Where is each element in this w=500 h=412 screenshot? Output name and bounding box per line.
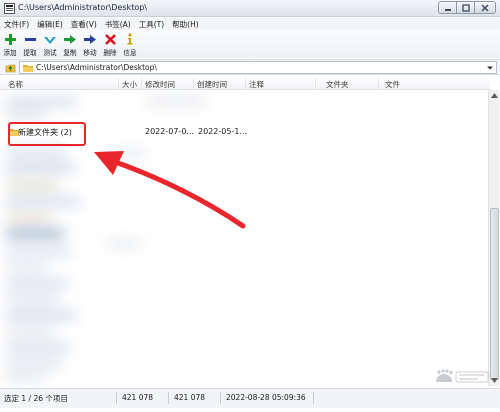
minus-icon bbox=[24, 33, 36, 45]
minimize-button[interactable] bbox=[438, 1, 456, 14]
blurred-entry bbox=[6, 182, 58, 189]
annotation-highlight-box bbox=[8, 122, 86, 146]
blurred-entry bbox=[6, 112, 46, 119]
blurred-entry bbox=[6, 98, 76, 105]
column-divider[interactable] bbox=[315, 78, 316, 89]
title-bar: C:\Users\Administrator\Desktop\ bbox=[0, 0, 500, 17]
file-created: 2022-05-1... bbox=[198, 127, 248, 136]
blurred-entry bbox=[106, 240, 142, 247]
plus-icon bbox=[4, 33, 16, 45]
delete-button[interactable]: 删除 bbox=[100, 31, 120, 58]
menu-help[interactable]: 帮助(H) bbox=[168, 19, 203, 30]
blurred-entry bbox=[6, 164, 74, 171]
baidu-logo-icon bbox=[436, 369, 489, 383]
info-button[interactable]: 信息 bbox=[120, 31, 140, 58]
file-modified: 2022-07-0... bbox=[145, 127, 195, 136]
window-controls bbox=[438, 1, 496, 15]
close-button[interactable] bbox=[474, 1, 496, 14]
column-folders[interactable]: 文件夹 bbox=[326, 79, 349, 90]
blurred-entry bbox=[6, 148, 66, 155]
chevron-down-icon[interactable] bbox=[486, 64, 494, 72]
blurred-entry bbox=[6, 214, 52, 221]
menu-tools[interactable]: 工具(T) bbox=[135, 19, 168, 30]
blurred-entry bbox=[6, 248, 72, 255]
minimize-icon bbox=[444, 8, 451, 11]
info-icon bbox=[124, 33, 136, 45]
blurred-entry bbox=[6, 230, 64, 237]
delete-label: 删除 bbox=[103, 49, 117, 57]
status-divider bbox=[313, 392, 314, 404]
info-label: 信息 bbox=[123, 49, 137, 57]
extract-label: 提取 bbox=[23, 49, 37, 57]
menu-edit[interactable]: 编辑(E) bbox=[33, 19, 67, 30]
column-comment[interactable]: 注释 bbox=[249, 79, 264, 90]
scrollbar-thumb[interactable] bbox=[490, 208, 499, 380]
add-button[interactable]: 添加 bbox=[0, 31, 20, 58]
menu-view[interactable]: 查看(V) bbox=[67, 19, 101, 30]
watermark bbox=[434, 369, 492, 385]
blurred-entry bbox=[6, 374, 46, 381]
column-name[interactable]: 名称 bbox=[8, 79, 23, 90]
delete-x-icon bbox=[104, 33, 116, 45]
scroll-up-icon[interactable] bbox=[490, 91, 499, 100]
column-divider[interactable] bbox=[378, 78, 379, 89]
window-title: C:\Users\Administrator\Desktop\ bbox=[18, 3, 147, 12]
up-folder-icon[interactable] bbox=[5, 62, 16, 73]
status-selection: 选定 1 / 26 个项目 bbox=[4, 394, 68, 403]
blurred-entry bbox=[6, 296, 60, 303]
maximize-icon bbox=[461, 3, 470, 12]
address-field[interactable]: C:\Users\Administrator\Desktop\ bbox=[19, 61, 497, 74]
copy-button[interactable]: 复制 bbox=[60, 31, 80, 58]
move-button[interactable]: 移动 bbox=[80, 31, 100, 58]
extract-button[interactable]: 提取 bbox=[20, 31, 40, 58]
blurred-entry bbox=[6, 344, 70, 351]
address-bar: C:\Users\Administrator\Desktop\ bbox=[0, 59, 500, 75]
status-packed-size: 421 078 bbox=[174, 393, 206, 402]
column-divider[interactable] bbox=[193, 78, 194, 89]
status-divider bbox=[168, 392, 169, 404]
blurred-entry bbox=[6, 328, 54, 335]
test-button[interactable]: 测试 bbox=[40, 31, 60, 58]
add-label: 添加 bbox=[3, 49, 17, 57]
column-size[interactable]: 大小 bbox=[122, 79, 137, 90]
blurred-entry bbox=[6, 312, 76, 319]
column-created[interactable]: 创建时间 bbox=[197, 79, 227, 90]
move-label: 移动 bbox=[83, 49, 97, 57]
status-divider bbox=[116, 392, 117, 404]
toolbar: 添加 提取 测试 复制 移动 删除 信息 bbox=[0, 31, 500, 58]
app-icon bbox=[4, 3, 15, 14]
column-divider[interactable] bbox=[118, 78, 119, 89]
address-path: C:\Users\Administrator\Desktop\ bbox=[36, 63, 157, 72]
blurred-entry bbox=[6, 198, 80, 205]
status-bar: 选定 1 / 26 个项目 421 078 421 078 2022-08-28… bbox=[0, 388, 500, 408]
status-size: 421 078 bbox=[122, 393, 154, 402]
close-icon bbox=[481, 3, 489, 12]
column-modified[interactable]: 修改时间 bbox=[145, 79, 175, 90]
blurred-entry bbox=[116, 150, 146, 157]
blurred-entry bbox=[6, 360, 62, 367]
column-divider[interactable] bbox=[245, 78, 246, 89]
test-label: 测试 bbox=[43, 49, 57, 57]
blurred-entry bbox=[6, 280, 68, 287]
copy-label: 复制 bbox=[63, 49, 77, 57]
column-header: 名称 大小 修改时间 创建时间 注释 文件夹 文件 bbox=[0, 77, 490, 90]
menu-file[interactable]: 文件(F) bbox=[0, 19, 33, 30]
vertical-scrollbar[interactable] bbox=[488, 90, 499, 386]
column-divider[interactable] bbox=[141, 78, 142, 89]
blurred-entry bbox=[6, 264, 48, 271]
copy-arrow-icon bbox=[64, 33, 76, 45]
blurred-entry bbox=[146, 98, 206, 105]
maximize-button[interactable] bbox=[456, 1, 474, 14]
menu-bar: 文件(F) 编辑(E) 查看(V) 书签(A) 工具(T) 帮助(H) bbox=[0, 18, 500, 30]
status-datetime: 2022-08-28 05:09:36 bbox=[226, 393, 306, 402]
check-icon bbox=[44, 33, 56, 45]
column-files[interactable]: 文件 bbox=[385, 79, 400, 90]
menu-bookmarks[interactable]: 书签(A) bbox=[101, 19, 135, 30]
folder-icon bbox=[23, 65, 33, 72]
status-divider bbox=[220, 392, 221, 404]
move-arrow-icon bbox=[84, 33, 96, 45]
